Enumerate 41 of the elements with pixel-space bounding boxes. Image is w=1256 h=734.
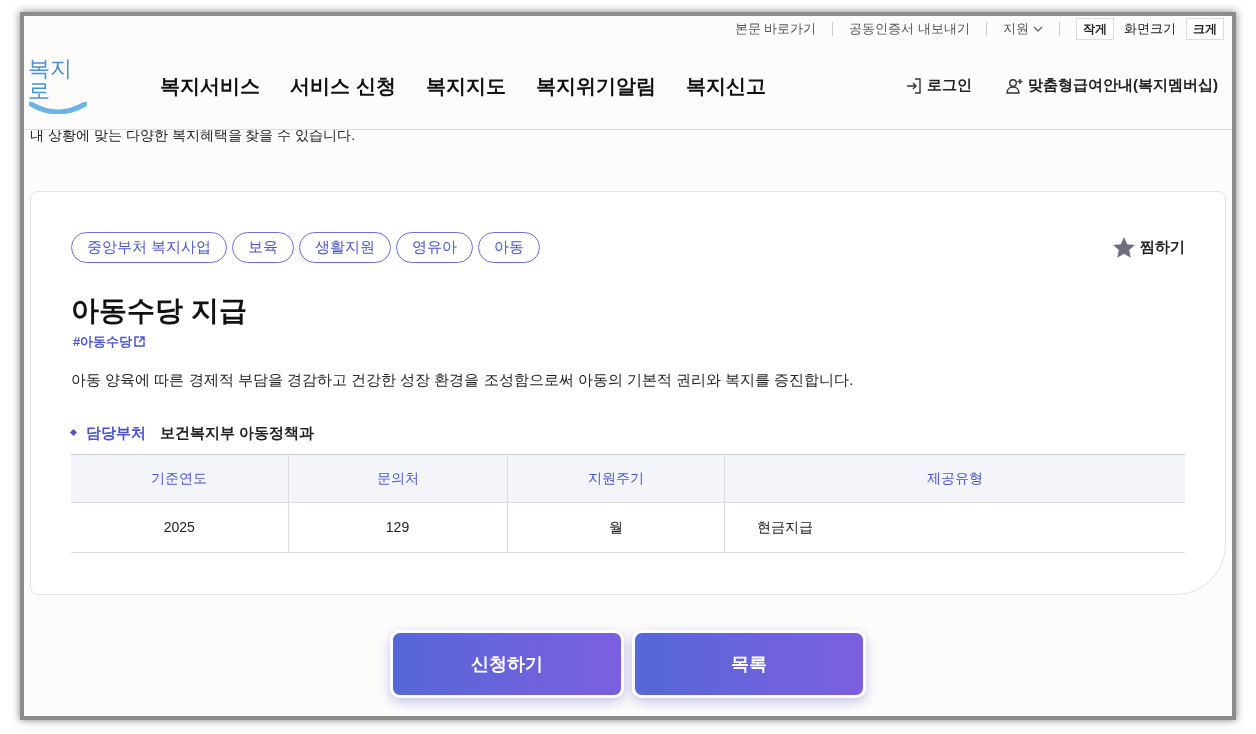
table-cell: 2025 xyxy=(71,502,288,553)
support-dropdown[interactable]: 지원 xyxy=(1003,19,1043,39)
intro-text: 내 상황에 맞는 다양한 복지혜택을 찾을 수 있습니다. xyxy=(29,130,357,144)
login-icon xyxy=(905,76,923,95)
service-description: 아동 양육에 따른 경제적 부담을 경감하고 건강한 성장 환경을 조성함으로써 아동의 기본적 권리와 복지를 증진합니다. xyxy=(71,370,855,390)
hashtag-link[interactable]: #아동수당 xyxy=(73,332,146,352)
login-link[interactable]: 로그인 xyxy=(905,74,972,97)
column-header: 문의처 xyxy=(288,454,507,503)
utility-link[interactable]: 본문 바로가기 xyxy=(734,19,817,39)
department-label: 담당부처 xyxy=(86,422,146,443)
nav-item[interactable]: 복지지도 xyxy=(425,70,506,101)
bullet-icon xyxy=(69,429,78,437)
table-cell: 129 xyxy=(288,502,507,553)
bookmark-button[interactable]: 찜하기 xyxy=(1112,235,1185,260)
table-cell: 현금지급 xyxy=(724,502,1185,553)
membership-link[interactable]: 맞춤형급여안내(복지멤버십) xyxy=(1006,74,1218,97)
column-header: 지원주기 xyxy=(507,454,724,503)
category-tag: 생활지원 xyxy=(299,232,392,263)
category-tag: 보육 xyxy=(232,232,295,263)
add-user-icon xyxy=(1006,76,1024,95)
star-icon xyxy=(1112,235,1136,260)
category-tag: 중앙부처 복지사업 xyxy=(71,232,228,263)
nav-item[interactable]: 복지신고 xyxy=(685,70,766,101)
list-button[interactable]: 목록 xyxy=(632,630,866,698)
apply-button[interactable]: 신청하기 xyxy=(390,630,624,698)
nav-item[interactable]: 복지위기알림 xyxy=(535,70,656,101)
category-tag: 아동 xyxy=(478,232,541,263)
chevron-down-icon xyxy=(1033,26,1043,32)
utility-link[interactable]: 공동인증서 내보내기 xyxy=(849,19,970,39)
column-header: 제공유형 xyxy=(724,454,1185,503)
table-cell: 월 xyxy=(507,502,724,553)
nav-item[interactable]: 복지서비스 xyxy=(160,70,260,101)
service-title: 아동수당 지급 xyxy=(71,294,248,328)
category-tag: 영유아 xyxy=(396,232,474,263)
column-header: 기준연도 xyxy=(71,454,288,503)
department-name: 보건복지부 아동정책과 xyxy=(160,422,315,443)
external-link-icon xyxy=(134,336,146,348)
nav-item[interactable]: 서비스 신청 xyxy=(290,70,396,101)
font-size-label: 화면크기 xyxy=(1124,20,1176,39)
decrease-font-button[interactable]: 작게 xyxy=(1076,18,1114,40)
increase-font-button[interactable]: 크게 xyxy=(1186,18,1224,40)
